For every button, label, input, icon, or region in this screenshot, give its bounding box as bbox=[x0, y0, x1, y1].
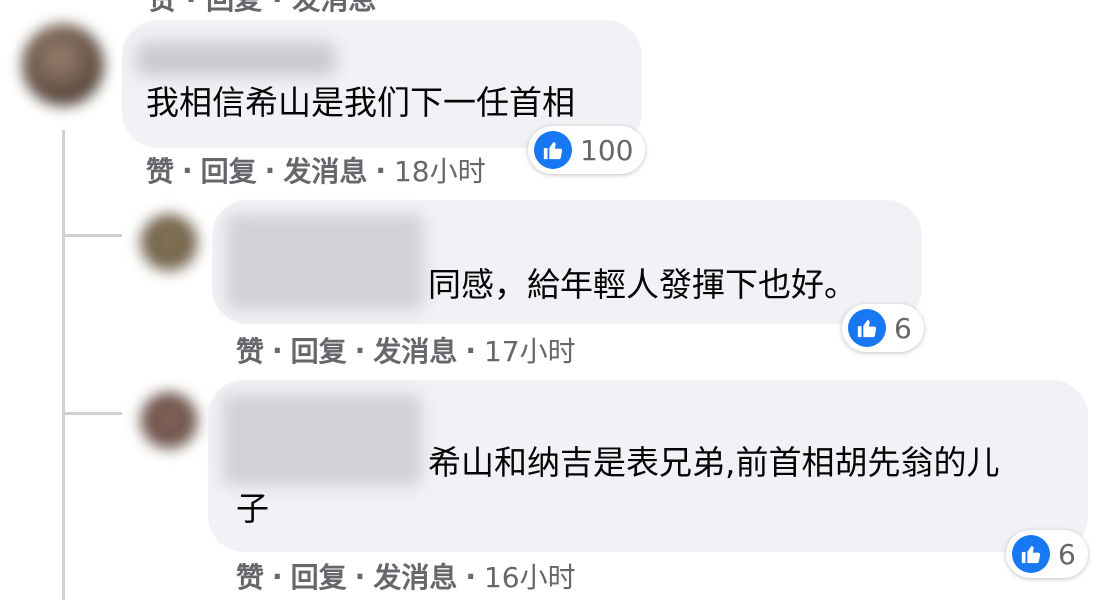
blurred-author-name[interactable] bbox=[136, 42, 336, 76]
thread-branch bbox=[62, 234, 122, 237]
like-link[interactable]: 赞 bbox=[146, 150, 174, 190]
timestamp[interactable]: 18小时 bbox=[394, 150, 486, 190]
message-link[interactable]: 发消息 bbox=[373, 330, 457, 370]
avatar[interactable] bbox=[22, 24, 104, 106]
previous-actions-fragment: 赞 · 回复 · 发消息 bbox=[148, 0, 376, 18]
reaction-badge[interactable]: 6 bbox=[1006, 530, 1088, 578]
thread-line bbox=[62, 130, 65, 600]
reply-link[interactable]: 回复 bbox=[291, 556, 347, 596]
reply-link[interactable]: 回复 bbox=[201, 150, 257, 190]
comment-text-line-2: 子 bbox=[236, 489, 269, 528]
thumbs-up-icon bbox=[1012, 535, 1050, 573]
timestamp[interactable]: 16小时 bbox=[484, 556, 576, 596]
like-link[interactable]: 赞 bbox=[236, 330, 264, 370]
message-link[interactable]: 发消息 bbox=[373, 556, 457, 596]
timestamp[interactable]: 17小时 bbox=[484, 330, 576, 370]
reply-link[interactable]: 回复 bbox=[291, 330, 347, 370]
blurred-author-name[interactable] bbox=[222, 394, 422, 486]
comment-text: 同感，給年輕人發揮下也好。 bbox=[428, 265, 857, 304]
thumbs-up-icon bbox=[848, 309, 886, 347]
comment-actions: 赞 · 回复 · 发消息 · 17小时 bbox=[236, 330, 576, 370]
thread-branch bbox=[62, 412, 122, 415]
blurred-author-name[interactable] bbox=[226, 214, 424, 310]
like-link[interactable]: 赞 bbox=[236, 556, 264, 596]
comment-text: 我相信希山是我们下一任首相 bbox=[146, 83, 575, 122]
comment-actions: 赞 · 回复 · 发消息 · 16小时 bbox=[236, 556, 576, 596]
message-link[interactable]: 发消息 bbox=[283, 150, 367, 190]
reaction-badge[interactable]: 6 bbox=[842, 304, 924, 352]
reaction-count: 100 bbox=[580, 133, 634, 167]
avatar[interactable] bbox=[140, 392, 198, 450]
thumbs-up-icon bbox=[534, 131, 572, 169]
reaction-count: 6 bbox=[1058, 537, 1076, 571]
reaction-badge[interactable]: 100 bbox=[528, 126, 646, 174]
avatar[interactable] bbox=[140, 214, 198, 272]
reaction-count: 6 bbox=[894, 311, 912, 345]
comment-actions: 赞 · 回复 · 发消息 · 18小时 bbox=[146, 150, 486, 190]
comment-text-line-1: 希山和纳吉是表兄弟,前首相胡先翁的儿 bbox=[428, 443, 1000, 482]
comment-thread: 赞 · 回复 · 发消息 我相信希山是我们下一任首相 100 赞 · 回复 · … bbox=[0, 0, 1104, 600]
